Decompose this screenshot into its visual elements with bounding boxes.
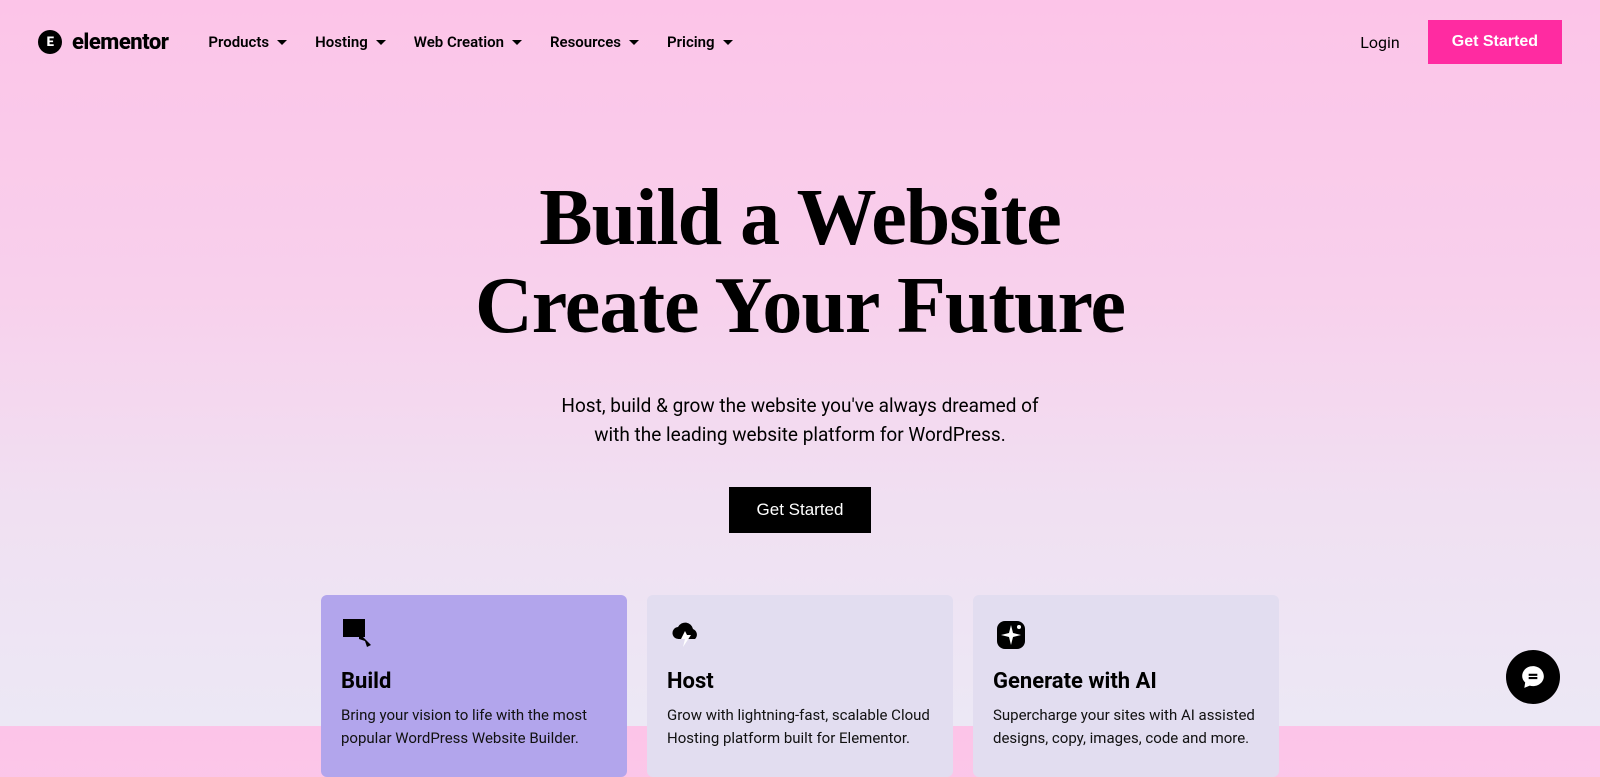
- hero-title-line1: Build a Website: [539, 174, 1060, 262]
- card-host[interactable]: Host Grow with lightning-fast, scalable …: [647, 595, 953, 777]
- nav-label: Web Creation: [414, 33, 504, 51]
- logo[interactable]: E elementor: [38, 30, 168, 55]
- cloud-bolt-icon: [667, 617, 703, 653]
- card-desc: Grow with lightning-fast, scalable Cloud…: [667, 704, 933, 751]
- hero-sub-line1: Host, build & grow the website you've al…: [561, 394, 1038, 417]
- hero-cta-button[interactable]: Get Started: [729, 487, 872, 533]
- chevron-down-icon: [512, 40, 522, 45]
- chevron-down-icon: [376, 40, 386, 45]
- hero-sub-line2: with the leading website platform for Wo…: [594, 423, 1005, 446]
- header-actions: Login Get Started: [1360, 20, 1562, 64]
- nav-web-creation[interactable]: Web Creation: [414, 33, 522, 51]
- hero-subtitle: Host, build & grow the website you've al…: [0, 392, 1600, 449]
- get-started-button[interactable]: Get Started: [1428, 20, 1562, 64]
- sparkle-icon: [993, 617, 1029, 653]
- nav-products[interactable]: Products: [208, 33, 287, 51]
- card-desc: Bring your vision to life with the most …: [341, 704, 607, 751]
- chat-icon: [1520, 664, 1546, 690]
- chevron-down-icon: [723, 40, 733, 45]
- brand-name: elementor: [72, 30, 168, 55]
- chevron-down-icon: [277, 40, 287, 45]
- chevron-down-icon: [629, 40, 639, 45]
- nav-label: Resources: [550, 33, 621, 51]
- card-desc: Supercharge your sites with AI assisted …: [993, 704, 1259, 751]
- feature-cards: Build Bring your vision to life with the…: [0, 595, 1600, 777]
- nav-pricing[interactable]: Pricing: [667, 33, 733, 51]
- nav-hosting[interactable]: Hosting: [315, 33, 386, 51]
- nav-resources[interactable]: Resources: [550, 33, 639, 51]
- card-build[interactable]: Build Bring your vision to life with the…: [321, 595, 627, 777]
- nav-label: Hosting: [315, 33, 368, 51]
- hero-title-line2: Create Your Future: [475, 262, 1125, 350]
- logo-icon: E: [38, 30, 62, 54]
- card-title: Host: [667, 669, 933, 694]
- login-link[interactable]: Login: [1360, 33, 1399, 52]
- nav-label: Pricing: [667, 33, 715, 51]
- card-ai[interactable]: Generate with AI Supercharge your sites …: [973, 595, 1279, 777]
- main-nav: Products Hosting Web Creation Resources …: [208, 33, 732, 51]
- hero: Build a Website Create Your Future Host,…: [0, 174, 1600, 533]
- build-icon: [341, 617, 377, 653]
- card-title: Generate with AI: [993, 669, 1259, 694]
- nav-label: Products: [208, 33, 269, 51]
- chat-button[interactable]: [1506, 650, 1560, 704]
- header: E elementor Products Hosting Web Creatio…: [0, 0, 1600, 84]
- card-title: Build: [341, 669, 607, 694]
- hero-title: Build a Website Create Your Future: [0, 174, 1600, 350]
